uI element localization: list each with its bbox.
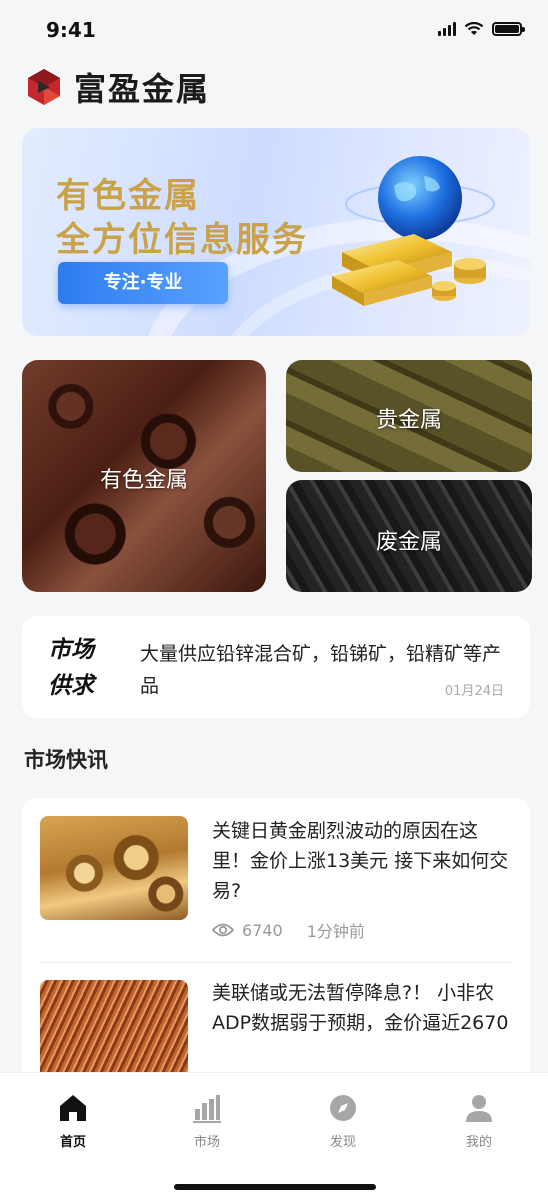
status-icons bbox=[438, 22, 525, 36]
category-tile-scrap[interactable]: 废金属 bbox=[286, 480, 532, 592]
tab-label: 首页 bbox=[59, 1135, 86, 1150]
tab-market[interactable]: 市场 bbox=[162, 1091, 252, 1150]
news-title: 美联储或无法暂停降息?！ 小非农ADP数据弱于预期，金价逼近2670 bbox=[212, 982, 509, 1034]
tab-discover[interactable]: 发现 bbox=[298, 1091, 388, 1150]
news-meta: 6740 1分钟前 bbox=[212, 918, 365, 942]
status-bar: 9:41 bbox=[0, 0, 548, 60]
bottom-tab-bar: 首页 市场 发现 我的 bbox=[0, 1072, 548, 1200]
supply-date: 01月24日 bbox=[444, 684, 504, 699]
news-title: 关键日黄金剧烈波动的原因在这里！金价上涨13美元 接下来如何交易? bbox=[212, 820, 509, 902]
divider bbox=[40, 962, 512, 963]
category-label: 有色金属 bbox=[99, 468, 188, 493]
promo-banner[interactable]: 有色金属 全方位信息服务 专注·专业 bbox=[22, 128, 530, 336]
compass-icon bbox=[330, 1095, 356, 1121]
news-views: 6740 bbox=[242, 920, 283, 940]
banner-button[interactable]: 专注·专业 bbox=[58, 262, 228, 304]
brand-logo-icon bbox=[28, 69, 60, 105]
tab-label: 市场 bbox=[193, 1135, 220, 1150]
tab-label: 我的 bbox=[465, 1135, 492, 1150]
home-icon bbox=[60, 1095, 86, 1121]
news-section-title: 市场快讯 bbox=[24, 748, 108, 772]
app-header: 富盈金属 bbox=[24, 64, 210, 110]
supply-tag: 市场 供求 bbox=[48, 632, 108, 704]
status-time: 9:41 bbox=[46, 18, 96, 42]
copper-wire-image bbox=[40, 980, 188, 1084]
tab-label: 发现 bbox=[329, 1135, 356, 1150]
person-icon bbox=[466, 1095, 492, 1122]
tab-home[interactable]: 首页 bbox=[28, 1091, 118, 1150]
news-list: 关键日黄金剧烈波动的原因在这里！金价上涨13美元 接下来如何交易? 6740 1… bbox=[22, 798, 530, 1098]
supply-tag-line2: 供求 bbox=[48, 673, 94, 699]
banner-title-line1: 有色金属 bbox=[56, 176, 200, 216]
bar-chart-icon bbox=[193, 1095, 221, 1123]
battery-icon bbox=[492, 22, 525, 36]
tab-profile[interactable]: 我的 bbox=[434, 1091, 524, 1150]
wifi-icon bbox=[464, 22, 484, 35]
category-tile-precious[interactable]: 贵金属 bbox=[286, 360, 532, 472]
market-supply-card[interactable]: 市场 供求 大量供应铅锌混合矿，铅锑矿，铅精矿等产品 01月24日 bbox=[22, 616, 530, 718]
news-time: 1分钟前 bbox=[306, 922, 365, 941]
eye-icon bbox=[212, 923, 234, 937]
category-label: 贵金属 bbox=[375, 408, 442, 433]
cellular-signal-icon bbox=[438, 22, 456, 36]
globe-gold-bars-image bbox=[332, 156, 495, 306]
category-tile-nonferrous[interactable]: 有色金属 bbox=[22, 360, 266, 592]
banner-title-line2: 全方位信息服务 bbox=[56, 220, 308, 260]
home-indicator bbox=[174, 1184, 376, 1190]
brass-pipes-image bbox=[40, 816, 188, 920]
supply-tag-line1: 市场 bbox=[48, 637, 94, 663]
app-title: 富盈金属 bbox=[74, 70, 211, 108]
category-label: 废金属 bbox=[375, 530, 442, 555]
